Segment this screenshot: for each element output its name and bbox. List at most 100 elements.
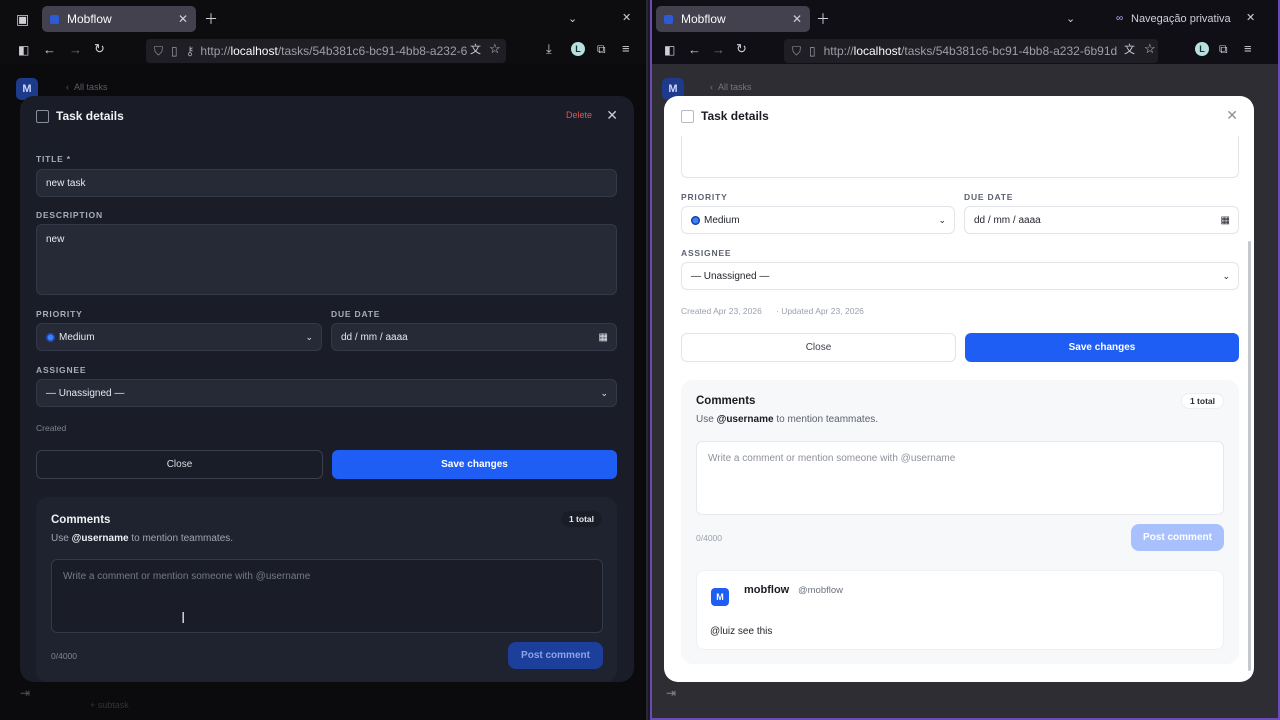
back-icon[interactable]: ← [43, 43, 56, 57]
comment-item: M mobflow @mobflow @luiz see this [696, 570, 1224, 650]
window-close-icon[interactable]: ✕ [622, 11, 631, 25]
url-path: /tasks/54b381c6-bc91-4bb8-a232-6 [277, 44, 468, 58]
translate-icon[interactable]: 文 [1124, 43, 1135, 57]
description-textarea[interactable]: new [36, 224, 617, 295]
reload-icon[interactable]: ↻ [94, 42, 105, 56]
logout-icon[interactable]: ⇥ [666, 686, 676, 700]
comment-input[interactable]: Write a comment or mention someone with … [51, 559, 603, 633]
close-button[interactable]: Close [681, 333, 956, 362]
description-textarea[interactable] [681, 136, 1239, 178]
forward-icon[interactable]: → [712, 43, 725, 57]
shield-icon: ⛉ [154, 43, 164, 58]
comments-card: Comments Use @username to mention teamma… [36, 497, 617, 682]
close-button[interactable]: Close [36, 450, 323, 479]
menu-icon[interactable]: ≡ [1244, 42, 1252, 56]
browser-window-right-private: Mobflow ✕ ＋ ⌄ ∞ Navegação privativa ✕ ◧ … [650, 0, 1280, 720]
profile-icon[interactable]: L [1195, 42, 1209, 56]
priority-select[interactable]: Medium ⌄ [36, 323, 322, 351]
page-content: M ‹ All tasks ⇥ Task details ✕ PRIORITY … [652, 64, 1278, 718]
tab-list-chevron-icon[interactable]: ⌄ [568, 12, 577, 26]
assignee-label: ASSIGNEE [681, 248, 732, 258]
modal-scrollbar[interactable] [1248, 241, 1251, 671]
logout-icon[interactable]: ⇥ [20, 686, 30, 700]
tab-list-chevron-icon[interactable]: ⌄ [1066, 12, 1075, 26]
post-comment-button[interactable]: Post comment [1131, 524, 1224, 551]
comment-text: @luiz see this [710, 626, 773, 637]
task-details-modal: Task details ✕ PRIORITY Medium ⌄ DUE DATE… [664, 96, 1254, 682]
complete-checkbox[interactable] [36, 109, 49, 123]
tab-bar: Mobflow ✕ ＋ ⌄ ∞ Navegação privativa ✕ [652, 0, 1278, 36]
chevron-down-icon: ⌄ [305, 331, 313, 342]
bookmark-star-icon[interactable]: ☆ [489, 42, 501, 56]
comments-title: Comments [696, 395, 756, 407]
priority-select[interactable]: Medium ⌄ [681, 206, 955, 234]
assignee-label: ASSIGNEE [36, 365, 87, 375]
due-date-input[interactable]: dd / mm / aaaa ▦ [331, 323, 617, 351]
created-meta: Created Apr 23, 2026 [681, 306, 762, 316]
profile-icon[interactable]: L [571, 42, 585, 56]
calendar-icon[interactable]: ▦ [599, 332, 608, 343]
tab-close-icon[interactable]: ✕ [178, 12, 188, 26]
updated-meta: · Updated Apr 23, 2026 [776, 306, 864, 316]
url-prefix: http:// [823, 44, 854, 58]
due-date-label: DUE DATE [964, 192, 1014, 202]
subtask-item[interactable]: + subtask [90, 700, 129, 710]
comment-input[interactable]: Write a comment or mention someone with … [696, 441, 1224, 515]
created-meta: Created [36, 423, 67, 433]
translate-icon[interactable]: 文 [470, 43, 481, 57]
tab-title: Mobflow [67, 12, 112, 26]
menu-icon[interactable]: ≡ [622, 42, 630, 56]
assignee-select[interactable]: — Unassigned — ⌄ [36, 379, 617, 407]
nav-bar: ◧ ← → ↻ ⛉ ▯ ⚷ http://localhost/tasks/54b… [0, 36, 646, 64]
tab-overview-icon[interactable]: ▣ [16, 12, 29, 26]
char-count: 0/4000 [51, 651, 77, 661]
window-close-icon[interactable]: ✕ [1246, 11, 1255, 25]
comments-count-badge: 1 total [1180, 393, 1224, 409]
extensions-icon[interactable]: ⧉ [1219, 42, 1228, 56]
url-bar[interactable]: ⛉ ▯ ⚷ http://localhost/tasks/54b381c6-bc… [146, 39, 506, 63]
priority-label: PRIORITY [681, 192, 728, 202]
task-details-modal: Task details Delete ✕ TITLE * new task D… [20, 96, 634, 682]
url-host: localhost [230, 44, 278, 58]
comments-hint: Use @username to mention teammates. [696, 414, 879, 425]
complete-checkbox[interactable] [681, 109, 694, 123]
new-tab-icon[interactable]: ＋ [204, 12, 218, 26]
breadcrumb-all-tasks[interactable]: ‹ All tasks [710, 82, 752, 92]
tab-close-icon[interactable]: ✕ [792, 12, 802, 26]
delete-button[interactable]: Delete [566, 110, 592, 120]
sidebar-toggle-icon[interactable]: ◧ [18, 43, 29, 57]
tab-mobflow[interactable]: Mobflow ✕ [656, 6, 810, 32]
description-label: DESCRIPTION [36, 210, 103, 220]
assignee-select[interactable]: — Unassigned — ⌄ [681, 262, 1239, 290]
url-host: localhost [853, 44, 902, 58]
title-label: TITLE * [36, 154, 71, 164]
reload-icon[interactable]: ↻ [736, 42, 747, 56]
post-comment-button[interactable]: Post comment [508, 642, 603, 669]
chevron-down-icon: ⌄ [1222, 270, 1230, 281]
comments-hint: Use @username to mention teammates. [51, 533, 234, 544]
download-icon[interactable]: ⤓ [546, 42, 552, 56]
close-icon[interactable]: ✕ [1226, 107, 1238, 124]
tab-mobflow[interactable]: Mobflow ✕ [42, 6, 196, 32]
sidebar-toggle-icon[interactable]: ◧ [664, 43, 675, 57]
page-content: M ‹ All tasks ⇥ + subtask Task details D… [0, 64, 646, 720]
breadcrumb-all-tasks[interactable]: ‹ All tasks [66, 82, 108, 92]
url-bar[interactable]: ⛉ ▯ http://localhost/tasks/54b381c6-bc91… [784, 39, 1158, 63]
new-tab-icon[interactable]: ＋ [816, 12, 830, 26]
key-icon: ⚷ [185, 44, 195, 58]
char-count: 0/4000 [696, 533, 722, 543]
bookmark-star-icon[interactable]: ☆ [1144, 42, 1156, 56]
title-input[interactable]: new task [36, 169, 617, 197]
close-icon[interactable]: ✕ [606, 107, 618, 124]
forward-icon[interactable]: → [69, 43, 82, 57]
save-changes-button[interactable]: Save changes [965, 333, 1239, 362]
modal-header: Task details [20, 96, 634, 136]
save-changes-button[interactable]: Save changes [332, 450, 617, 479]
extensions-icon[interactable]: ⧉ [597, 42, 606, 56]
modal-title: Task details [56, 109, 124, 123]
mobflow-favicon-icon [664, 14, 673, 24]
calendar-icon[interactable]: ▦ [1221, 215, 1230, 226]
due-date-input[interactable]: dd / mm / aaaa ▦ [964, 206, 1239, 234]
back-icon[interactable]: ← [688, 43, 701, 57]
chevron-down-icon: ⌄ [938, 214, 946, 225]
